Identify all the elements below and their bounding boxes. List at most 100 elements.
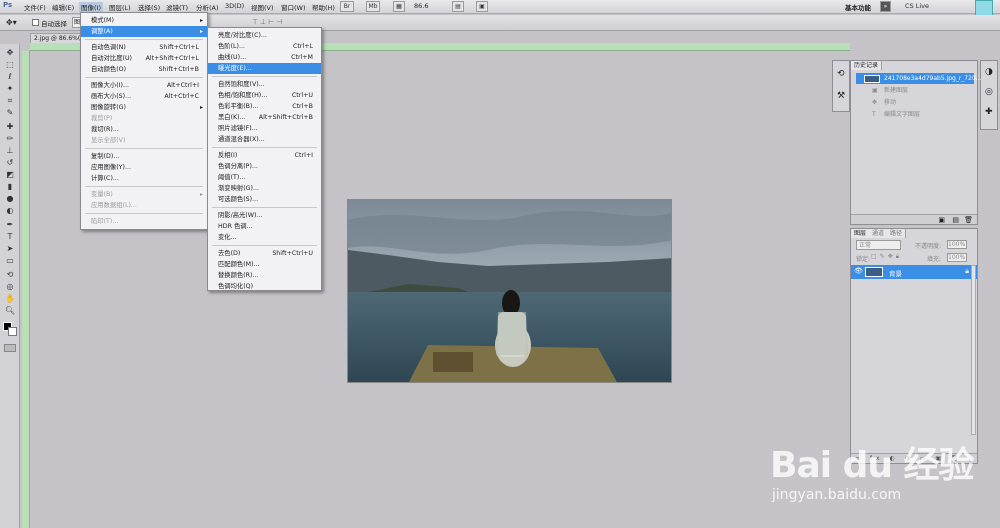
menu-3d[interactable]: 3D(D)	[225, 2, 244, 10]
3d-rotate-icon[interactable]: ⟲	[4, 270, 16, 279]
workspace-more-icon[interactable]: »	[880, 1, 891, 12]
image-menu-item[interactable]: 自动对比度(U) Alt+Shift+Ctrl+L	[81, 53, 207, 64]
move-tool-icon[interactable]: ✥▾	[6, 18, 17, 27]
shape-icon[interactable]: ▭	[4, 256, 16, 265]
adjust-menu-item[interactable]: 黑白(K)... Alt+Shift+Ctrl+B	[208, 112, 321, 123]
healing-icon[interactable]: ✚	[4, 122, 16, 131]
eyedropper-icon[interactable]: ✎	[4, 108, 16, 117]
document-tab[interactable]: 2.jpg @ 86.6%(RGB	[30, 33, 86, 43]
menu-file[interactable]: 文件(F)	[24, 2, 46, 12]
crop-icon[interactable]: ⌗	[4, 96, 16, 105]
adjust-menu-item[interactable]: 曲线(U)... Ctrl+M	[208, 52, 321, 63]
actions-panel-icon[interactable]: ⚒	[837, 91, 845, 101]
adjust-menu-item[interactable]: 反相(I) Ctrl+I	[208, 150, 321, 161]
adjust-menu-item[interactable]: 通道混合器(X)...	[208, 134, 321, 145]
document-image[interactable]	[347, 199, 672, 383]
gradient-icon[interactable]: ▮	[4, 182, 16, 191]
type-icon[interactable]: T	[4, 232, 16, 241]
dodge-icon[interactable]: ◐	[4, 206, 16, 215]
adjust-menu-item[interactable]: 变化...	[208, 232, 321, 243]
adjust-menu-item[interactable]: 曝光度(E)...	[208, 63, 321, 74]
lasso-icon[interactable]: ℓ	[4, 72, 16, 81]
image-menu-item[interactable]: 图像旋转(G) ▸	[81, 102, 207, 113]
arrange-icon[interactable]: ▤	[452, 1, 464, 12]
image-menu-item[interactable]: 图像大小(I)... Alt+Ctrl+I	[81, 80, 207, 91]
adjust-menu-item[interactable]: 可选颜色(S)...	[208, 194, 321, 205]
menu-filter[interactable]: 滤镜(T)	[166, 2, 188, 12]
delete-icon[interactable]: 🗑︎	[964, 216, 973, 224]
masks-icon[interactable]: ◎	[985, 87, 993, 97]
adjust-menu-item[interactable]: 色相/饱和度(H)... Ctrl+U	[208, 90, 321, 101]
image-menu-item[interactable]: 画布大小(S)... Alt+Ctrl+C	[81, 91, 207, 102]
adjust-menu-item[interactable]: 色调均化(Q)	[208, 281, 321, 292]
cs-live-label[interactable]: CS Live	[905, 2, 929, 10]
menu-select[interactable]: 选择(S)	[138, 2, 160, 12]
history-brush-icon[interactable]: ↺	[4, 158, 16, 167]
image-menu-item[interactable]: 自动颜色(O) Shift+Ctrl+B	[81, 64, 207, 75]
zoom-icon[interactable]: 🔍︎	[4, 306, 16, 315]
path-select-icon[interactable]: ➤	[4, 244, 16, 253]
adjust-menu-item[interactable]: 亮度/对比度(C)...	[208, 30, 321, 41]
image-menu-item[interactable]: 调整(A) ▸	[81, 26, 207, 37]
opacity-input[interactable]: 100%	[947, 240, 967, 249]
blend-mode-select[interactable]: 正常	[856, 240, 901, 250]
auto-select-checkbox[interactable]	[32, 19, 39, 26]
adjust-menu-item[interactable]: HDR 色调...	[208, 221, 321, 232]
background-color-swatch[interactable]	[8, 327, 17, 336]
menu-image[interactable]: 图像(I)	[79, 2, 103, 12]
layers-scrollbar[interactable]	[971, 265, 976, 435]
adjust-menu-item[interactable]: 渐变映射(G)...	[208, 183, 321, 194]
menu-view[interactable]: 视图(V)	[251, 2, 274, 12]
visibility-eye-icon[interactable]: 👁︎	[854, 267, 863, 275]
minibridge-icon[interactable]: Mb	[366, 1, 380, 12]
new-document-icon[interactable]: ▤	[952, 216, 959, 224]
lock-icons[interactable]: □✎✥🔒︎	[871, 253, 902, 261]
adjust-menu-item[interactable]: 去色(D) Shift+Ctrl+U	[208, 248, 321, 259]
tab-paths[interactable]: 路径	[887, 229, 907, 238]
adjust-menu-item[interactable]: 自然饱和度(V)...	[208, 79, 321, 90]
adjust-menu-item[interactable]: 照片滤镜(F)...	[208, 123, 321, 134]
3d-camera-icon[interactable]: ◎	[4, 282, 16, 291]
zoom-level[interactable]: 86.6	[414, 2, 428, 10]
adjust-menu-item[interactable]: 色调分离(P)...	[208, 161, 321, 172]
pen-icon[interactable]: ✒	[4, 220, 16, 229]
align-icons[interactable]: ⊤⊥⊢⊣	[252, 18, 284, 26]
stamp-icon[interactable]: ⊥	[4, 146, 16, 155]
fill-input[interactable]: 100%	[947, 253, 967, 262]
adjustments-icon[interactable]: ◑	[985, 67, 993, 77]
layer-row-background[interactable]: 👁︎ 背景 🔒︎	[851, 265, 977, 279]
extras-icon[interactable]: ▦	[393, 1, 405, 12]
brush-icon[interactable]: ✏	[4, 134, 16, 143]
new-snapshot-icon[interactable]: ▣	[938, 216, 945, 224]
menu-window[interactable]: 窗口(W)	[281, 2, 306, 12]
image-menu-item[interactable]: 计算(C)...	[81, 173, 207, 184]
bridge-icon[interactable]: Br	[340, 1, 354, 12]
history-snapshot[interactable]: 241708e3a4d79ab5.jpg_r_720...	[856, 73, 982, 84]
history-row[interactable]: T 编辑文字图层	[856, 109, 974, 120]
adjust-menu-item[interactable]: 色阶(L)... Ctrl+L	[208, 41, 321, 52]
move-icon[interactable]: ✥	[4, 48, 16, 57]
history-row[interactable]: ▣ 新建图层	[856, 85, 974, 96]
screen-mode-icon[interactable]: ▣	[476, 1, 488, 12]
menu-edit[interactable]: 编辑(E)	[52, 2, 74, 12]
image-menu-item[interactable]: 自动色调(N) Shift+Ctrl+L	[81, 42, 207, 53]
adjust-menu-item[interactable]: 阈值(T)...	[208, 172, 321, 183]
tab-layers[interactable]: 图层	[851, 229, 871, 238]
marquee-icon[interactable]: ⬚	[4, 60, 16, 69]
workspace-label[interactable]: 基本功能	[845, 2, 871, 12]
magic-wand-icon[interactable]: ✦	[4, 84, 16, 93]
menu-layer[interactable]: 图层(L)	[109, 2, 131, 12]
blur-icon[interactable]: ●	[4, 194, 16, 203]
adjust-menu-item[interactable]: 替换颜色(R)...	[208, 270, 321, 281]
history-panel-icon[interactable]: ⟲	[837, 69, 845, 79]
history-row[interactable]: ✥ 移动	[856, 97, 974, 108]
image-menu-item[interactable]: 复制(D)...	[81, 151, 207, 162]
menu-help[interactable]: 帮助(H)	[312, 2, 335, 12]
hand-icon[interactable]: ✋	[4, 294, 16, 303]
eraser-icon[interactable]: ◩	[4, 170, 16, 179]
image-menu-item[interactable]: 模式(M) ▸	[81, 15, 207, 26]
image-menu-item[interactable]: 裁切(R)...	[81, 124, 207, 135]
adjust-menu-item[interactable]: 色彩平衡(B)... Ctrl+B	[208, 101, 321, 112]
tab-channels[interactable]: 通道	[869, 229, 889, 238]
styles-icon[interactable]: ✚	[985, 107, 993, 117]
